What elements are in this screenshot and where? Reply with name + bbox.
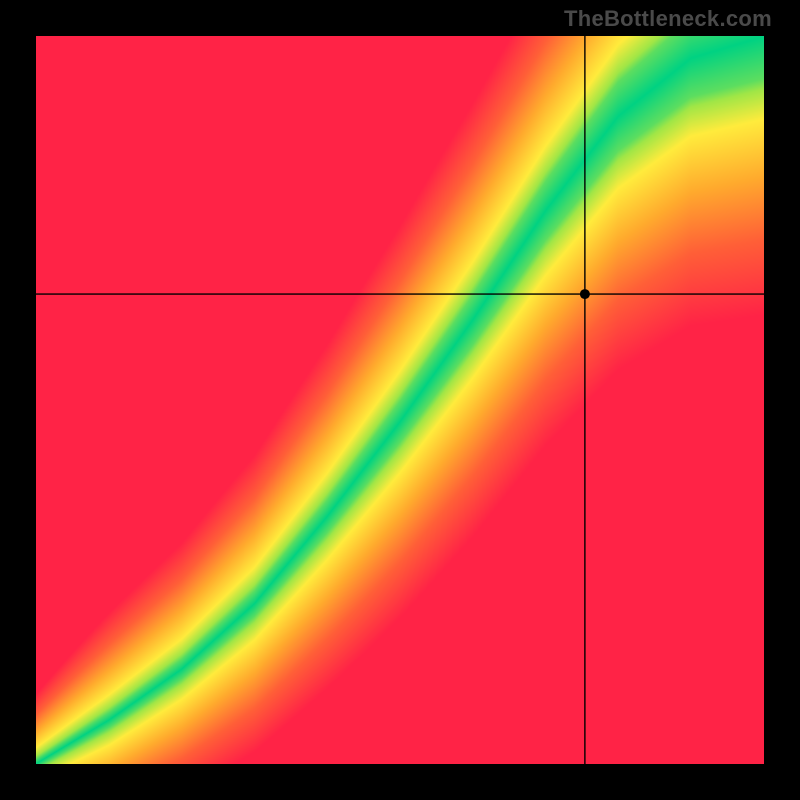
heatmap-plot [36,36,764,764]
heatmap-canvas [36,36,764,764]
watermark-text: TheBottleneck.com [564,6,772,32]
chart-frame: TheBottleneck.com [0,0,800,800]
